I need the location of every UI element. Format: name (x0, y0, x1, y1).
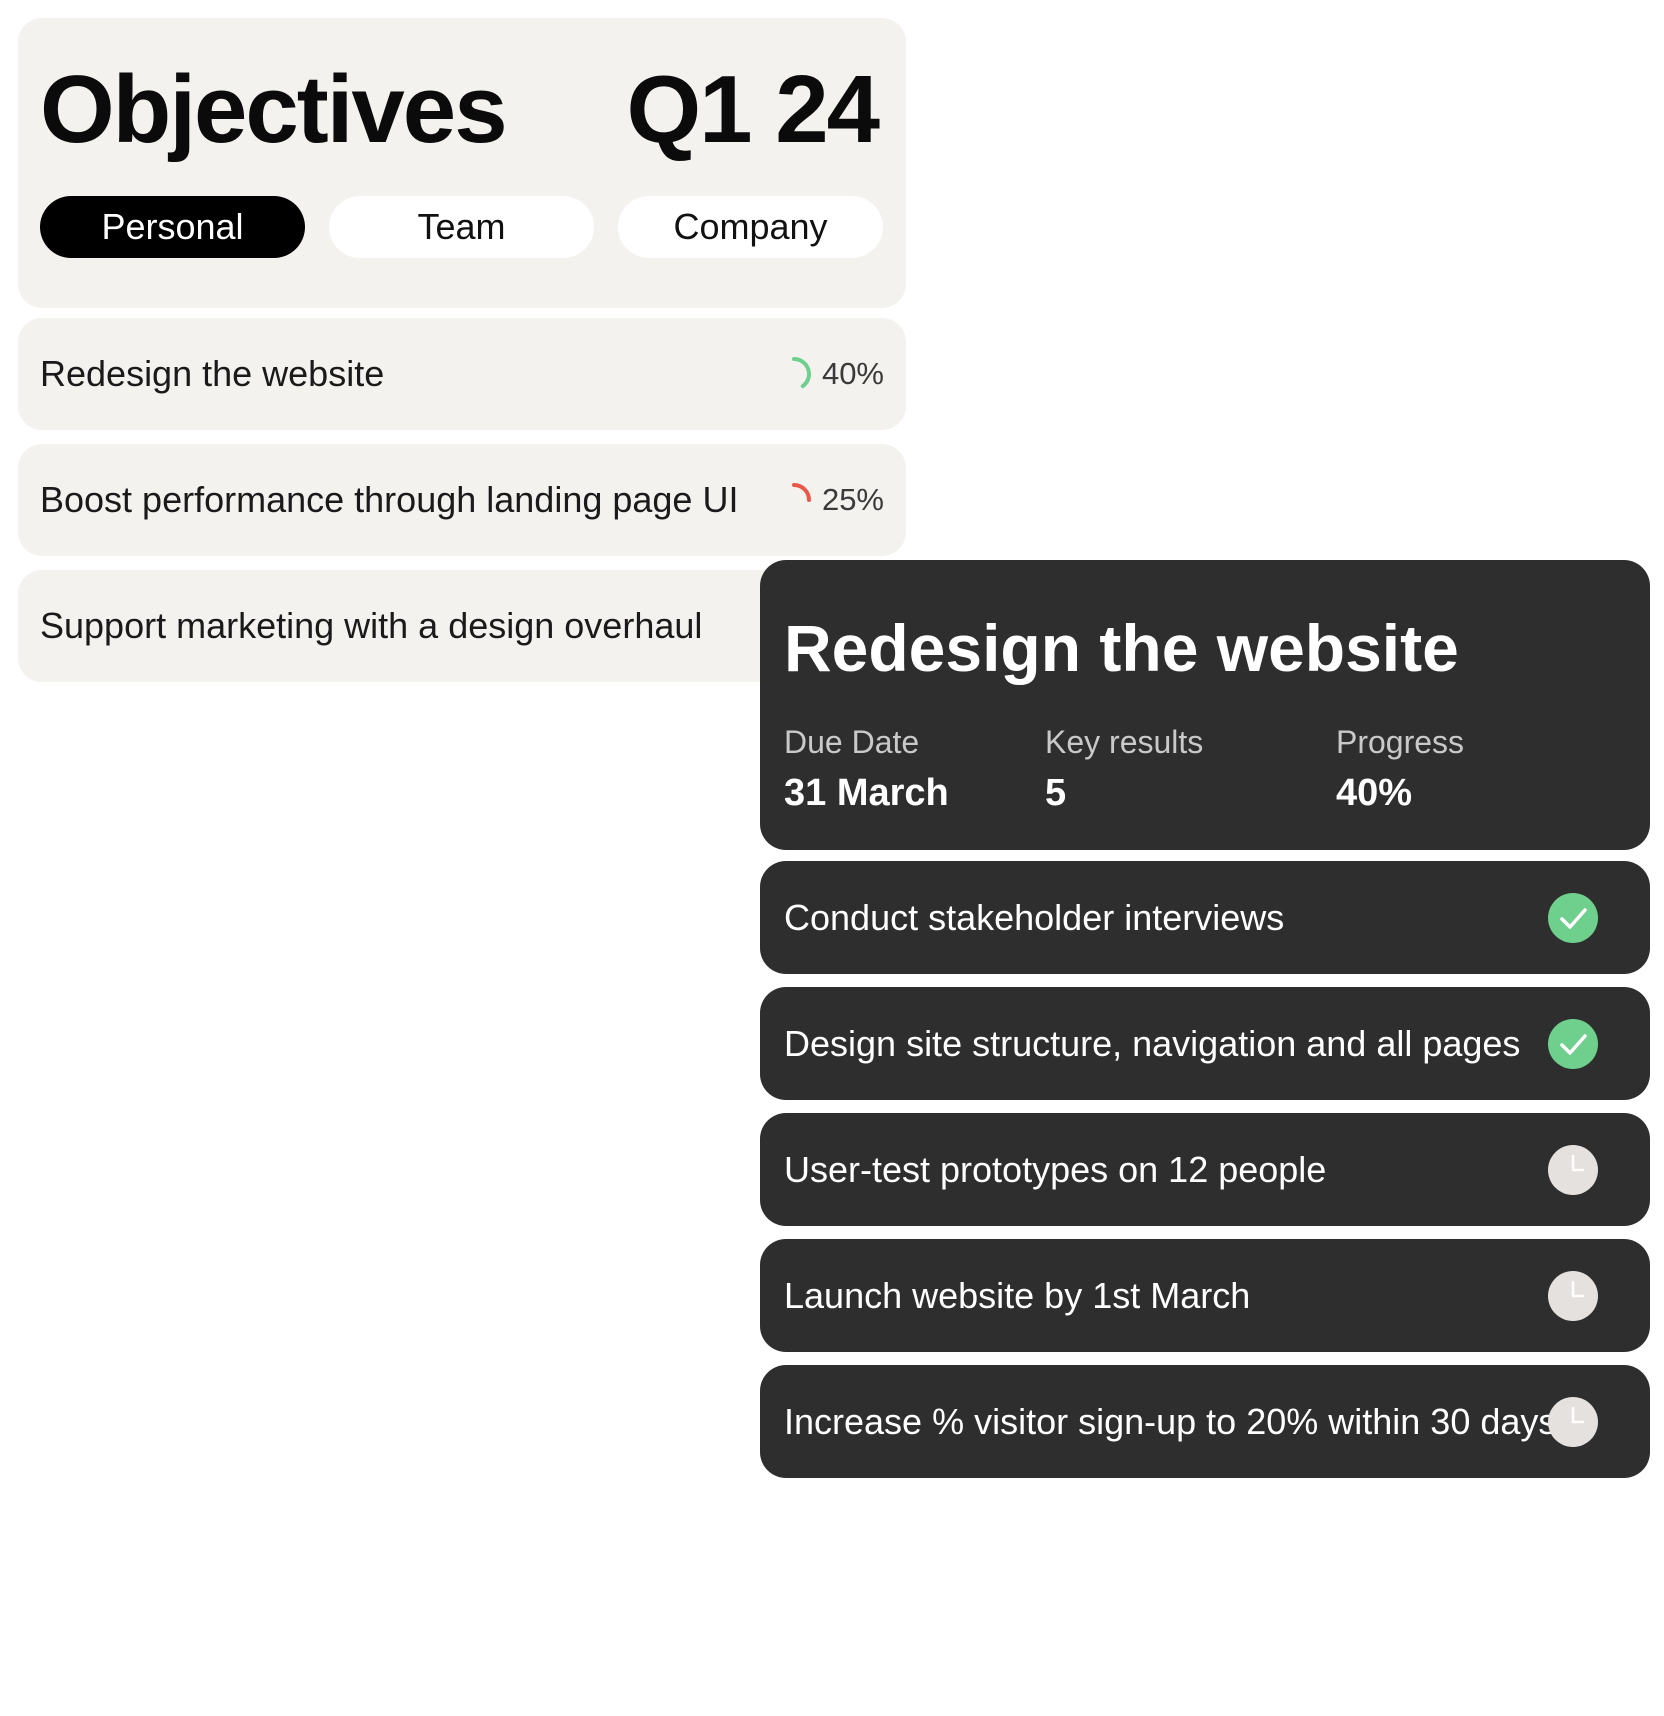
progress-ring-icon (792, 357, 811, 389)
progress-arc (792, 357, 811, 389)
check-circle-icon (1548, 1018, 1598, 1069)
progress-value: 40% (1336, 772, 1413, 814)
detail-title: Redesign the website (784, 611, 1459, 685)
objective-label: Support marketing with a design overhaul (40, 605, 703, 646)
status-circle (1548, 892, 1598, 943)
tab-team[interactable]: Team (329, 196, 594, 258)
objective-detail-card: Redesign the website Due Date 31 March K… (760, 560, 1650, 850)
check-circle-icon (1548, 892, 1598, 943)
objective-row[interactable]: Redesign the website 40% (18, 318, 906, 430)
clock-icon (1548, 1270, 1598, 1321)
progress-ring-icon (792, 483, 811, 502)
key-result-label: Conduct stakeholder interviews (784, 896, 1285, 938)
key-result-row[interactable]: Increase % visitor sign-up to 20% within… (760, 1365, 1650, 1478)
objective-progress-text: 40% (821, 356, 884, 391)
key-result-row[interactable]: Conduct stakeholder interviews (760, 861, 1650, 974)
objective-progress-text: 25% (821, 482, 884, 517)
tab-personal[interactable]: Personal (40, 196, 305, 258)
key-results-value: 5 (1045, 772, 1067, 814)
key-result-row[interactable]: User-test prototypes on 12 people (760, 1113, 1650, 1226)
key-result-label: User-test prototypes on 12 people (784, 1148, 1327, 1190)
clock-icon (1548, 1144, 1598, 1195)
key-results-label: Key results (1045, 724, 1204, 760)
progress-arc (792, 483, 811, 502)
status-circle (1548, 1018, 1598, 1069)
objective-label: Redesign the website (40, 353, 385, 394)
key-result-label: Increase % visitor sign-up to 20% within… (784, 1400, 1557, 1442)
objective-label: Boost performance through landing page U… (40, 479, 739, 520)
progress-label: Progress (1336, 724, 1465, 760)
tab-company[interactable]: Company (618, 196, 883, 258)
key-result-row[interactable]: Launch website by 1st March (760, 1239, 1650, 1352)
due-date-label: Due Date (784, 724, 920, 760)
page-title: Objectives (40, 56, 508, 163)
objective-row[interactable]: Boost performance through landing page U… (18, 444, 906, 556)
due-date-value: 31 March (784, 772, 949, 814)
key-result-label: Design site structure, navigation and al… (784, 1022, 1521, 1064)
quarter-label: Q1 24 (626, 56, 880, 163)
clock-icon (1548, 1396, 1598, 1447)
key-result-row[interactable]: Design site structure, navigation and al… (760, 987, 1650, 1100)
objectives-header-card: Objectives Q1 24 Personal Team Company (18, 18, 906, 308)
key-result-label: Launch website by 1st March (784, 1274, 1251, 1316)
